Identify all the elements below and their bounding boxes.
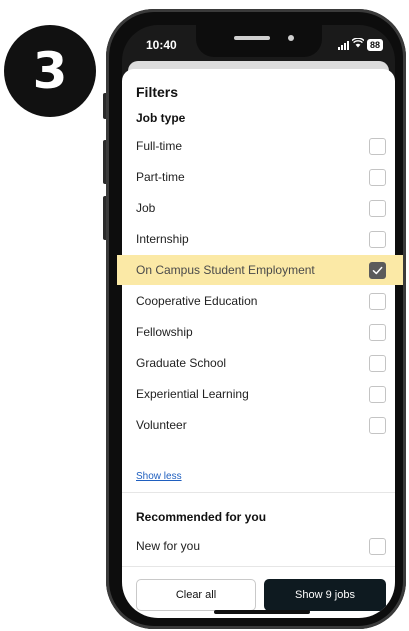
filter-option-experiential-learning[interactable]: Experiential Learning: [122, 379, 395, 409]
filter-checkbox[interactable]: [369, 169, 386, 186]
filter-option-job[interactable]: Job: [122, 193, 395, 223]
status-bar: 10:40 88: [122, 25, 395, 63]
highlight-band-right: [395, 255, 403, 285]
sheet-title: Filters: [136, 84, 179, 100]
filter-option-internship[interactable]: Internship: [122, 224, 395, 254]
filter-checkbox[interactable]: [369, 417, 386, 434]
filter-checkbox[interactable]: [369, 138, 386, 155]
filter-checkbox-checked[interactable]: [369, 262, 386, 279]
filter-option-full-time[interactable]: Full-time: [122, 131, 395, 161]
status-icons: 88: [337, 37, 383, 51]
filter-checkbox[interactable]: [369, 324, 386, 341]
cellular-signal-icon: [337, 40, 349, 50]
wifi-icon: [351, 37, 365, 51]
status-time: 10:40: [146, 38, 177, 52]
filters-sheet: Filters Job type Full-time Part-time Job…: [122, 69, 395, 618]
filter-option-new-for-you[interactable]: New for you: [122, 531, 395, 561]
step-number-badge: 3: [4, 25, 96, 117]
filter-checkbox[interactable]: [369, 231, 386, 248]
filter-option-label: Volunteer: [136, 418, 187, 432]
front-camera: [288, 35, 294, 41]
filter-option-fellowship[interactable]: Fellowship: [122, 317, 395, 347]
filter-checkbox[interactable]: [369, 355, 386, 372]
job-type-heading: Job type: [136, 111, 186, 125]
filter-option-label: New for you: [136, 539, 201, 553]
filter-option-label: Full-time: [136, 139, 183, 153]
filter-option-label: Part-time: [136, 170, 185, 184]
filter-checkbox[interactable]: [369, 538, 386, 555]
checkmark-icon: [372, 266, 383, 275]
show-jobs-button[interactable]: Show 9 jobs: [264, 579, 386, 611]
filter-option-on-campus-student-employment[interactable]: On Campus Student Employment: [122, 255, 395, 285]
filter-option-label: On Campus Student Employment: [136, 263, 315, 277]
phone-screen: 10:40 88 Filters Job type Full-time Part…: [122, 25, 395, 618]
footer-divider: [122, 566, 395, 567]
filter-option-volunteer[interactable]: Volunteer: [122, 410, 395, 440]
filter-option-label: Graduate School: [136, 356, 227, 370]
clear-all-button[interactable]: Clear all: [136, 579, 256, 611]
section-divider: [122, 492, 395, 493]
filter-checkbox[interactable]: [369, 293, 386, 310]
home-indicator[interactable]: [214, 610, 310, 614]
speaker-grille: [234, 36, 270, 40]
filter-option-label: Fellowship: [136, 325, 193, 339]
recommended-heading: Recommended for you: [136, 510, 267, 524]
notch: [196, 25, 322, 57]
battery-icon: 88: [366, 38, 383, 51]
show-less-link[interactable]: Show less: [136, 471, 182, 482]
filter-checkbox[interactable]: [369, 200, 386, 217]
filter-option-label: Cooperative Education: [136, 294, 258, 308]
filter-option-label: Job: [136, 201, 156, 215]
filter-option-part-time[interactable]: Part-time: [122, 162, 395, 192]
filter-option-cooperative-education[interactable]: Cooperative Education: [122, 286, 395, 316]
filter-option-label: Internship: [136, 232, 189, 246]
filter-option-graduate-school[interactable]: Graduate School: [122, 348, 395, 378]
filter-option-label: Experiential Learning: [136, 387, 249, 401]
filter-checkbox[interactable]: [369, 386, 386, 403]
